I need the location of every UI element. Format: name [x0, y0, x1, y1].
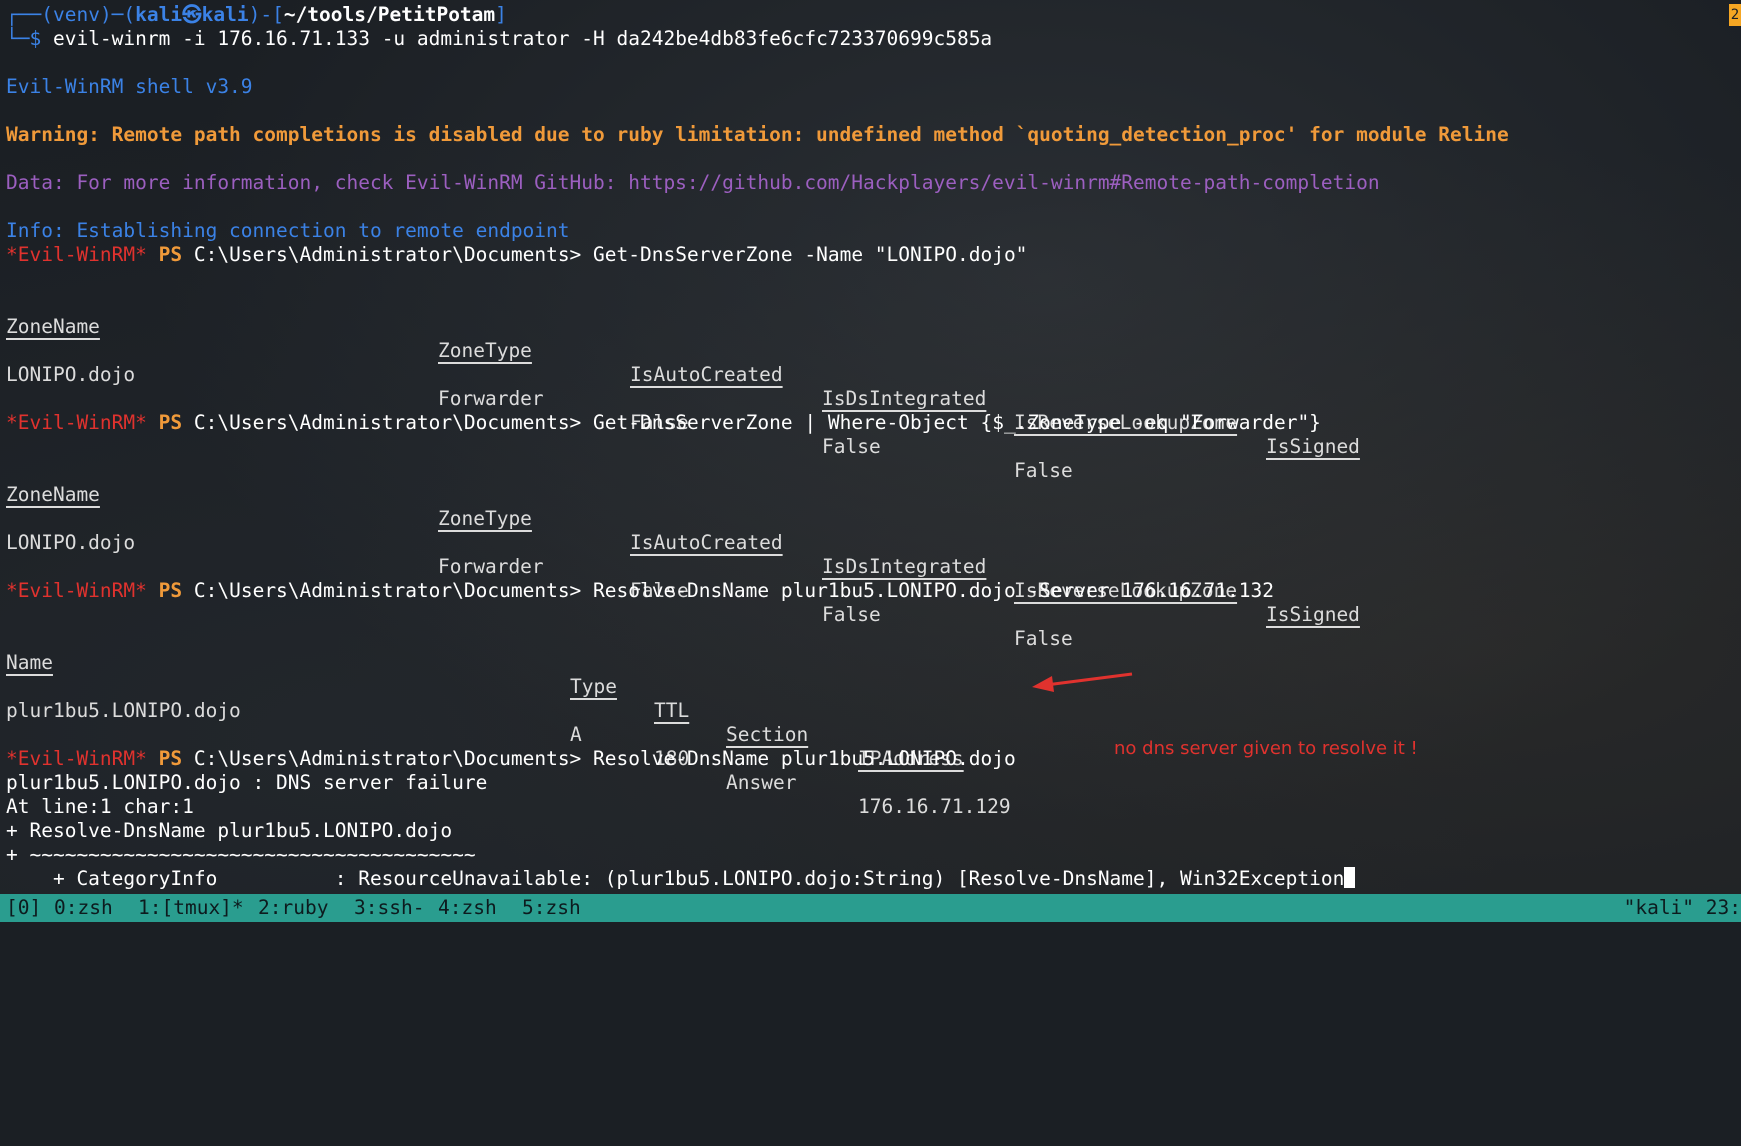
tmux-window-1[interactable]: 1:[tmux]* — [138, 894, 244, 922]
zone-table-header: ZoneName ZoneType IsAutoCreated IsDsInte… — [6, 483, 1360, 626]
dns-table-header: Name Type TTL Section IPAddress — [6, 651, 964, 770]
tmux-window-4[interactable]: 4:zsh — [438, 894, 497, 922]
zone-table-row: LONIPO.dojo Forwarder False False False — [6, 531, 1073, 650]
error-line: + Resolve-DnsName plur1bu5.LONIPO.dojo — [6, 819, 453, 842]
resolved-ip: 176.16.71.129 — [858, 795, 1011, 818]
ps-command-line: *Evil-WinRM* PS C:\Users\Administrator\D… — [6, 579, 1274, 602]
tmux-host: "kali" 23: — [1623, 896, 1741, 919]
prompt-line: ┌──(venv)─(kali㉿kali)-[~/tools/PetitPota… — [6, 3, 507, 26]
error-line: + CategoryInfo : ResourceUnavailable: (p… — [6, 867, 1356, 891]
info-line: Info: Establishing connection to remote … — [6, 219, 570, 242]
text-cursor — [1344, 867, 1356, 888]
ps-command-line: *Evil-WinRM* PS C:\Users\Administrator\D… — [6, 411, 1321, 434]
error-line: At line:1 char:1 — [6, 795, 194, 818]
tmux-window-2[interactable]: 2:ruby — [258, 894, 328, 922]
dns-table-row: plur1bu5.LONIPO.dojo A 180 Answer 176.16… — [6, 699, 1011, 818]
annotation-text: no dns server given to resolve it ! — [1114, 738, 1418, 759]
command-text: evil-winrm -i 176.16.71.133 -u administr… — [52, 27, 993, 50]
ps-command-line: *Evil-WinRM* PS C:\Users\Administrator\D… — [6, 243, 1028, 266]
error-line: + ~~~~~~~~~~~~~~~~~~~~~~~~~~~~~~~~~~~~~~ — [6, 843, 476, 866]
tmux-window-0[interactable]: 0:zsh — [54, 894, 113, 922]
data-line: Data: For more information, check Evil-W… — [6, 171, 1380, 194]
shell-banner: Evil-WinRM shell v3.9 — [6, 75, 253, 98]
tmux-status-bar: [0] 0:zsh 1:[tmux]* 2:ruby 3:ssh- 4:zsh … — [0, 894, 1741, 922]
corner-badge: 2 — [1729, 4, 1741, 26]
error-line: plur1bu5.LONIPO.dojo : DNS server failur… — [6, 771, 488, 794]
user-host: kali㉿kali — [135, 3, 249, 26]
tmux-session[interactable]: [0] — [6, 894, 41, 922]
arrow-annotation-icon — [1032, 672, 1133, 692]
zone-table-header: ZoneName ZoneType IsAutoCreated IsDsInte… — [6, 315, 1360, 458]
tmux-window-3[interactable]: 3:ssh- — [354, 894, 424, 922]
tmux-window-5[interactable]: 5:zsh — [522, 894, 581, 922]
warning-line: Warning: Remote path completions is disa… — [6, 123, 1509, 146]
ps-command-line: *Evil-WinRM* PS C:\Users\Administrator\D… — [6, 747, 1016, 770]
prompt-path: ~/tools/PetitPotam — [283, 3, 496, 26]
command-line: └─$ evil-winrm -i 176.16.71.133 -u admin… — [6, 27, 993, 50]
zone-table-row: LONIPO.dojo Forwarder False False False — [6, 363, 1073, 482]
